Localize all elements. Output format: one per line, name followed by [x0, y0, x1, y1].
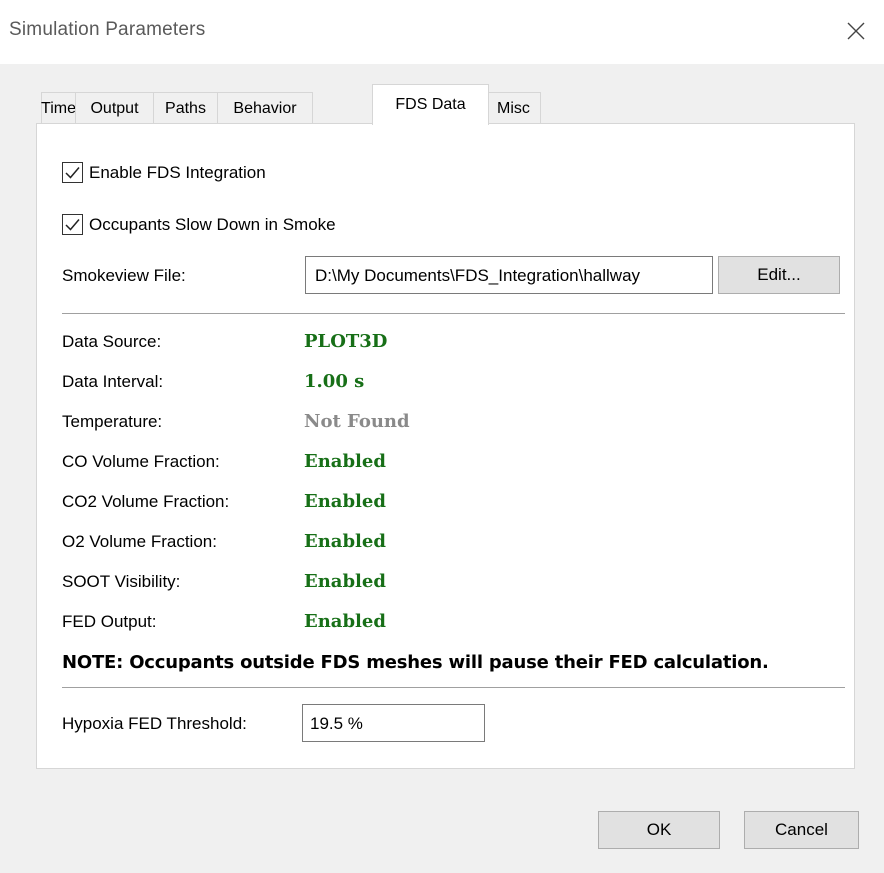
- slow-down-checkbox[interactable]: [62, 214, 83, 235]
- enable-fds-row[interactable]: Enable FDS Integration: [62, 162, 266, 183]
- ok-button[interactable]: OK: [598, 811, 720, 849]
- fds-data-panel: Enable FDS Integration Occupants Slow Do…: [36, 123, 855, 769]
- slow-down-row[interactable]: Occupants Slow Down in Smoke: [62, 214, 336, 235]
- temperature-value: Not Found: [304, 411, 410, 432]
- tab-output[interactable]: Output: [75, 92, 154, 124]
- data-source-value: PLOT3D: [304, 331, 388, 352]
- soot-visibility-label: SOOT Visibility:: [62, 572, 181, 591]
- close-icon[interactable]: [840, 15, 872, 47]
- data-interval-value: 1.00 s: [304, 371, 365, 392]
- fed-output-label: FED Output:: [62, 612, 157, 631]
- temperature-label: Temperature:: [62, 412, 163, 431]
- hypoxia-threshold-label: Hypoxia FED Threshold:: [62, 714, 247, 733]
- hypoxia-threshold-field[interactable]: 19.5 %: [302, 704, 485, 742]
- tab-time[interactable]: Time: [41, 92, 76, 124]
- tab-behavior[interactable]: Behavior: [217, 92, 313, 124]
- checkmark-icon: [65, 167, 80, 179]
- tab-fds-data[interactable]: FDS Data: [372, 84, 489, 125]
- separator: [62, 313, 845, 314]
- slow-down-label: Occupants Slow Down in Smoke: [89, 214, 336, 234]
- soot-visibility-value: Enabled: [304, 571, 386, 592]
- o2-fraction-value: Enabled: [304, 531, 386, 552]
- separator: [62, 687, 845, 688]
- tab-paths[interactable]: Paths: [153, 92, 218, 124]
- checkmark-icon: [65, 219, 80, 231]
- data-interval-label: Data Interval:: [62, 372, 164, 391]
- co-fraction-value: Enabled: [304, 451, 386, 472]
- smokeview-file-label: Smokeview File:: [62, 266, 186, 285]
- tab-misc[interactable]: Misc: [486, 92, 541, 124]
- cancel-button[interactable]: Cancel: [744, 811, 859, 849]
- enable-fds-checkbox[interactable]: [62, 162, 83, 183]
- fed-note: NOTE: Occupants outside FDS meshes will …: [62, 652, 769, 673]
- o2-fraction-label: O2 Volume Fraction:: [62, 532, 217, 551]
- data-source-label: Data Source:: [62, 332, 162, 351]
- edit-button[interactable]: Edit...: [718, 256, 840, 294]
- window-title: Simulation Parameters: [9, 19, 206, 40]
- fed-output-value: Enabled: [304, 611, 386, 632]
- co-fraction-label: CO Volume Fraction:: [62, 452, 220, 471]
- smokeview-file-field[interactable]: D:\My Documents\FDS_Integration\hallway: [305, 256, 713, 294]
- enable-fds-label: Enable FDS Integration: [89, 162, 266, 182]
- co2-fraction-value: Enabled: [304, 491, 386, 512]
- title-bar: Simulation Parameters: [0, 0, 884, 64]
- co2-fraction-label: CO2 Volume Fraction:: [62, 492, 230, 511]
